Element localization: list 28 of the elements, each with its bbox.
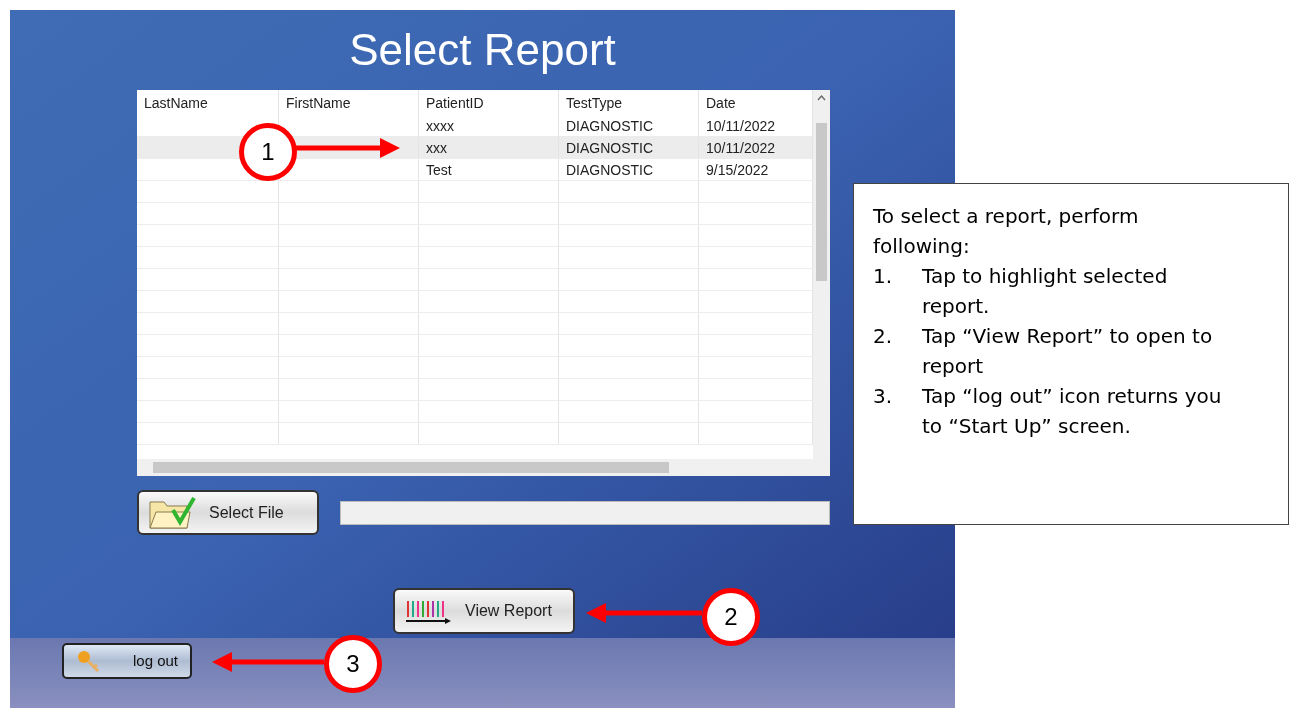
screen-title: Select Report (349, 24, 616, 76)
instruction-text: To select a report, perform following: (873, 203, 1140, 260)
table-row[interactable]: xxxx DIAGNOSTIC 10/11/2022 (137, 115, 813, 137)
table-cell: Test (426, 162, 452, 178)
file-path-field[interactable] (340, 500, 830, 525)
vertical-scrollbar[interactable] (813, 90, 830, 459)
scroll-up-icon[interactable] (817, 95, 826, 101)
step-text: Tap “log out” icon returns you to “Start Up” screen. (922, 383, 1222, 440)
table-cell: xxx (426, 140, 447, 156)
table-cell: 10/11/2022 (706, 140, 776, 156)
view-report-button[interactable]: View Report (393, 588, 575, 634)
table-cell: 10/11/2022 (706, 118, 776, 134)
step-number: 3. (873, 383, 894, 410)
table-cell: DIAGNOSTIC (566, 162, 654, 178)
step-number: 1. (873, 263, 894, 290)
key-icon (76, 649, 102, 673)
table-cell: 9/15/2022 (706, 162, 769, 178)
table-cell: xxxx (426, 118, 454, 134)
horizontal-scrollbar[interactable] (137, 459, 830, 476)
select-file-button[interactable]: Select File (137, 490, 319, 535)
table-cell: DIAGNOSTIC (566, 140, 654, 156)
table-row[interactable]: Test DIAGNOSTIC 9/15/2022 (137, 159, 813, 181)
logout-button[interactable]: log out (62, 643, 192, 679)
step-number: 2. (873, 323, 894, 350)
folder-check-icon (147, 495, 197, 530)
step-text: Tap “View Report” to open to report (922, 323, 1214, 380)
table-cell: DIAGNOSTIC (566, 118, 654, 134)
step-text: Tap to highlight selected report. (922, 263, 1169, 320)
